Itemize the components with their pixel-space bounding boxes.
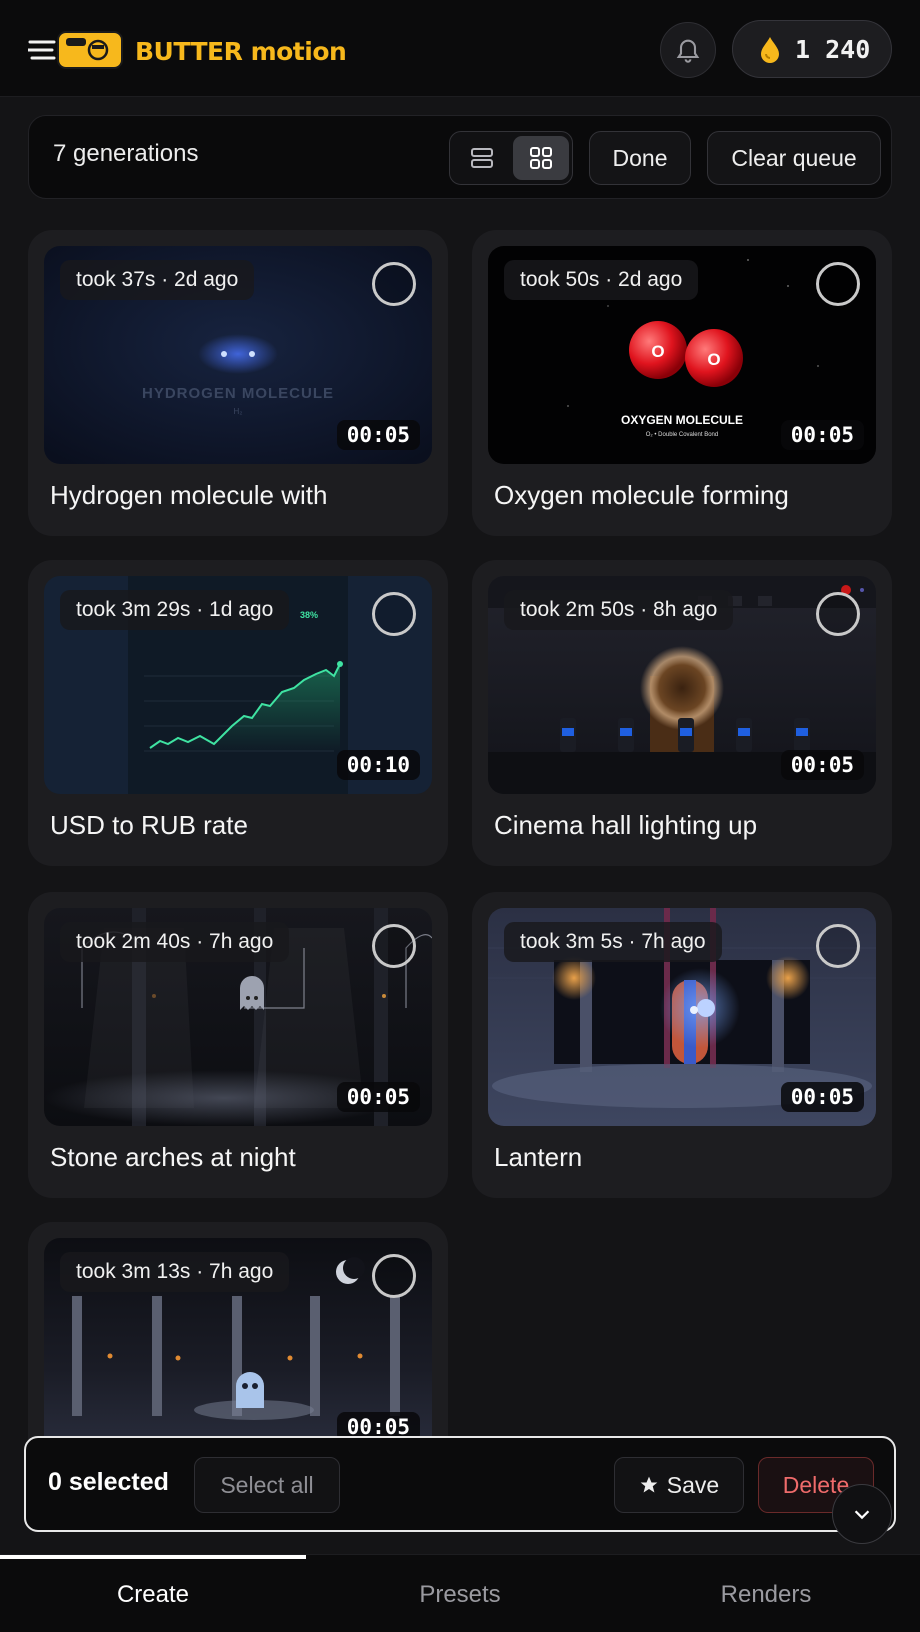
generation-meta: took 37s · 2d ago — [60, 260, 255, 300]
select-checkbox[interactable] — [816, 924, 860, 968]
generation-meta: took 3m 5s · 7h ago — [504, 922, 722, 962]
overlay-text: 38% — [300, 610, 318, 620]
generation-card[interactable]: took 2m 40s · 7h ago 00:05 Stone arches … — [28, 892, 448, 1198]
generation-meta: took 3m 13s · 7h ago — [60, 1252, 290, 1292]
video-thumbnail[interactable]: 38% took 3m 29s · 1d ago 00:10 — [44, 576, 432, 794]
save-button[interactable]: Save — [614, 1457, 744, 1513]
chevron-down-icon — [854, 1510, 870, 1520]
select-checkbox[interactable] — [816, 592, 860, 636]
video-thumbnail[interactable]: O O OXYGEN MOLECULE O₂ • Double Covalent… — [488, 246, 876, 464]
select-checkbox[interactable] — [372, 1254, 416, 1298]
selected-count: 0 selected — [48, 1468, 169, 1496]
duration-badge: 00:05 — [336, 420, 420, 450]
overlay-text: OXYGEN MOLECULE — [621, 413, 743, 427]
list-view-button[interactable] — [454, 136, 510, 180]
card-title: USD to RUB rate — [50, 810, 248, 840]
generation-meta: took 3m 29s · 1d ago — [60, 590, 290, 630]
overlay-subtext: O₂ • Double Covalent Bond — [646, 432, 718, 438]
clear-queue-button[interactable]: Clear queue — [707, 131, 881, 185]
duration-badge: 00:05 — [780, 420, 864, 450]
duration-badge: 00:05 — [780, 750, 864, 780]
card-title: Lantern — [494, 1142, 583, 1172]
select-checkbox[interactable] — [816, 262, 860, 306]
brand-name: BUTTER motion — [135, 37, 347, 66]
overlay-subtext: H₂ — [234, 407, 243, 416]
tab-presets[interactable]: Presets — [307, 1581, 613, 1609]
video-thumbnail[interactable]: HYDROGEN MOLECULE H₂ took 37s · 2d ago 0… — [44, 246, 432, 464]
credits-balance[interactable]: 1 240 — [732, 20, 892, 78]
generation-card[interactable]: took 2m 50s · 8h ago 00:05 Cinema hall l… — [472, 560, 892, 866]
card-title: Hydrogen molecule with — [50, 480, 328, 510]
collapse-button[interactable] — [832, 1484, 892, 1544]
select-checkbox[interactable] — [372, 592, 416, 636]
view-toggle — [449, 131, 573, 185]
duration-badge: 00:10 — [336, 750, 420, 780]
generation-card[interactable]: 38% took 3m 29s · 1d ago 00:10 USD to RU… — [28, 560, 448, 866]
card-title: Oxygen molecule forming — [494, 480, 789, 510]
list-view-icon — [471, 148, 493, 168]
video-thumbnail[interactable]: took 2m 40s · 7h ago 00:05 — [44, 908, 432, 1126]
active-tab-indicator — [0, 1555, 306, 1559]
grid-view-button[interactable] — [513, 136, 569, 180]
star-icon — [640, 1476, 658, 1493]
select-checkbox[interactable] — [372, 924, 416, 968]
generations-count: 7 generations — [53, 140, 199, 167]
overlay-text: HYDROGEN MOLECULE — [142, 385, 334, 402]
bell-icon — [676, 39, 700, 63]
queue-toolbar: 7 generations Done Clear queue — [28, 115, 892, 199]
generation-card[interactable]: HYDROGEN MOLECULE H₂ took 37s · 2d ago 0… — [28, 230, 448, 536]
drop-icon — [761, 37, 779, 63]
select-all-button[interactable]: Select all — [194, 1457, 340, 1513]
atom-label: O — [707, 350, 720, 369]
generation-meta: took 2m 40s · 7h ago — [60, 922, 290, 962]
bottom-navigation: Create Presets Renders — [0, 1554, 920, 1632]
duration-badge: 00:05 — [336, 1082, 420, 1112]
grid-view-icon — [530, 147, 552, 169]
save-label: Save — [666, 1471, 720, 1498]
video-thumbnail[interactable]: took 3m 5s · 7h ago 00:05 — [488, 908, 876, 1126]
credits-value: 1 240 — [795, 34, 871, 64]
duration-badge: 00:05 — [780, 1082, 864, 1112]
generation-card[interactable]: O O OXYGEN MOLECULE O₂ • Double Covalent… — [472, 230, 892, 536]
card-title: Stone arches at night — [50, 1142, 296, 1172]
card-title: Cinema hall lighting up — [494, 810, 758, 840]
tab-create[interactable]: Create — [0, 1581, 306, 1609]
tab-renders[interactable]: Renders — [613, 1581, 919, 1609]
notifications-button[interactable] — [660, 22, 716, 78]
app-header: BUTTER motion 1 240 — [0, 0, 920, 97]
video-thumbnail[interactable]: took 3m 13s · 7h ago 00:05 — [44, 1238, 432, 1456]
generation-meta: took 2m 50s · 8h ago — [504, 590, 734, 630]
atom-label: O — [651, 342, 664, 361]
video-thumbnail[interactable]: took 2m 50s · 8h ago 00:05 — [488, 576, 876, 794]
done-button[interactable]: Done — [589, 131, 691, 185]
generation-meta: took 50s · 2d ago — [504, 260, 699, 300]
select-checkbox[interactable] — [372, 262, 416, 306]
logo-icon[interactable] — [28, 28, 128, 72]
generation-card[interactable]: took 3m 5s · 7h ago 00:05 Lantern — [472, 892, 892, 1198]
selection-bar: 0 selected Select all Save Delete — [24, 1436, 896, 1532]
